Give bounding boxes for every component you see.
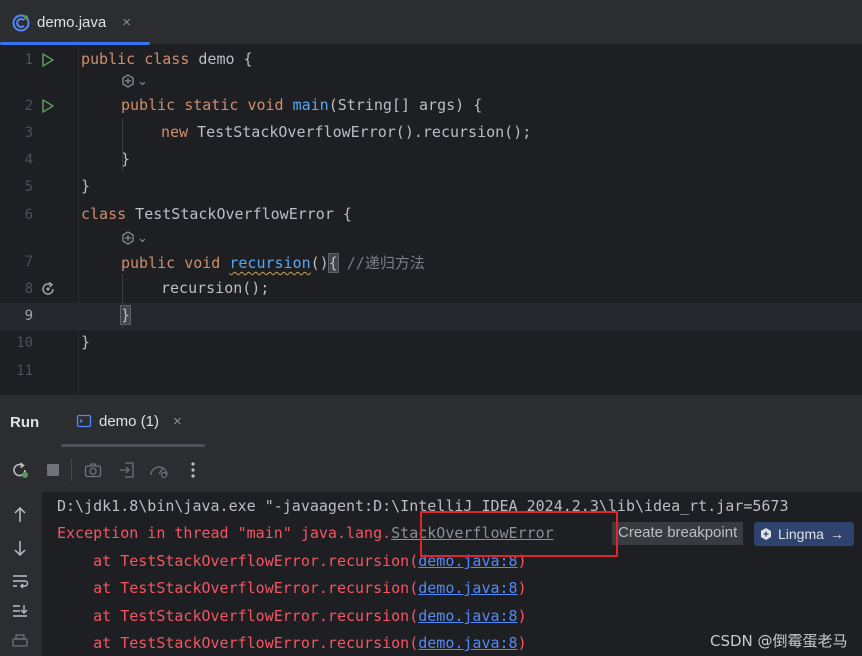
code-text: } xyxy=(81,177,91,195)
arrow-right-icon: → xyxy=(829,526,844,542)
run-tab-demo[interactable]: demo (1) × xyxy=(61,395,205,447)
code-line-5[interactable]: 5 } xyxy=(0,174,862,201)
more-actions-button[interactable] xyxy=(182,459,204,481)
exit-icon xyxy=(120,462,134,478)
close-icon[interactable]: × xyxy=(122,14,131,31)
line-number: 6 xyxy=(24,207,33,223)
stop-button[interactable] xyxy=(42,459,64,481)
line-number: 2 xyxy=(24,98,33,114)
indent-guide xyxy=(122,118,123,172)
code-line-8[interactable]: 8 recursion(); xyxy=(0,276,862,303)
arrow-down-icon xyxy=(14,541,26,557)
indent-guide xyxy=(122,274,123,328)
down-stack-button[interactable] xyxy=(8,537,32,559)
chevron-down-icon: ⌄ xyxy=(137,230,148,245)
code-editor[interactable]: 1 public class demo { ⌄ 2 public static … xyxy=(0,45,862,395)
close-icon[interactable]: × xyxy=(173,413,182,430)
line-number: 8 xyxy=(24,281,33,297)
code-line-7[interactable]: 7 public void recursion(){ //递归方法 xyxy=(0,249,862,276)
code-line-3[interactable]: 3 new TestStackOverflowError().recursion… xyxy=(0,120,862,147)
line-number: 5 xyxy=(24,179,33,195)
scroll-to-end-icon xyxy=(13,605,28,617)
java-class-icon xyxy=(12,14,30,31)
editor-tab-demo-java[interactable]: demo.java × xyxy=(0,0,150,45)
line-number: 1 xyxy=(24,52,33,68)
soft-wrap-button[interactable] xyxy=(8,570,32,592)
code-line-11[interactable]: 11 xyxy=(0,358,862,385)
code-text: } xyxy=(81,333,91,351)
source-link[interactable]: demo.java:8 xyxy=(418,552,517,570)
code-text: public class demo { xyxy=(81,50,253,68)
camera-icon xyxy=(84,463,102,478)
stop-icon xyxy=(47,464,59,476)
run-tab-label: demo (1) xyxy=(99,412,160,430)
watermark: CSDN @倒霉蛋老马 xyxy=(710,632,848,650)
stack-trace-line: at TestStackOverflowError.recursion(demo… xyxy=(57,579,527,597)
line-number: 11 xyxy=(16,363,33,379)
ai-inlay-hint[interactable]: ⌄ xyxy=(121,73,148,89)
toolbar-divider xyxy=(71,459,72,481)
code-text: class TestStackOverflowError { xyxy=(81,205,352,223)
recursive-call-icon[interactable] xyxy=(40,281,56,297)
source-link[interactable]: demo.java:8 xyxy=(418,634,517,652)
lingma-label: Lingma xyxy=(778,526,824,542)
run-toolbar xyxy=(0,447,862,492)
profiler-button[interactable] xyxy=(148,459,170,481)
stack-trace-line: at TestStackOverflowError.recursion(demo… xyxy=(57,634,527,652)
code-line-6[interactable]: 6 class TestStackOverflowError { xyxy=(0,202,862,229)
console-icon xyxy=(76,414,92,428)
lingma-icon xyxy=(761,528,771,540)
arrow-up-icon xyxy=(14,506,26,522)
lingma-button[interactable]: Lingma → xyxy=(754,522,854,546)
code-line-1[interactable]: 1 public class demo { xyxy=(0,47,862,74)
create-breakpoint-button[interactable]: Create breakpoint xyxy=(612,522,744,545)
run-side-toolbar xyxy=(0,492,42,656)
chevron-down-icon: ⌄ xyxy=(137,73,148,88)
exception-class-link[interactable]: StackOverflowError xyxy=(391,524,554,542)
code-line-9-current[interactable]: 9 } xyxy=(0,303,862,330)
dump-threads-button[interactable] xyxy=(82,459,104,481)
code-text: public void recursion(){ //递归方法 xyxy=(121,253,425,273)
run-tool-window-header: Run demo (1) × xyxy=(0,395,862,447)
code-line-2[interactable]: 2 public static void main(String[] args)… xyxy=(0,93,862,120)
line-number: 10 xyxy=(16,335,33,351)
editor-tab-bar: demo.java × xyxy=(0,0,862,45)
code-line-10[interactable]: 10 } xyxy=(0,330,862,357)
printer-icon xyxy=(12,634,28,647)
exit-button[interactable] xyxy=(116,459,138,481)
lingma-icon xyxy=(122,231,134,245)
run-gutter-icon[interactable] xyxy=(40,98,56,114)
lingma-icon xyxy=(122,74,134,88)
code-text: new TestStackOverflowError().recursion()… xyxy=(161,123,532,141)
gauge-icon xyxy=(150,466,168,479)
line-number: 9 xyxy=(24,308,33,324)
line-number: 7 xyxy=(24,254,33,270)
run-panel-title: Run xyxy=(10,414,40,431)
print-button[interactable] xyxy=(8,630,32,652)
rerun-icon xyxy=(13,462,28,478)
code-text: recursion(); xyxy=(161,279,270,297)
code-text: public static void main(String[] args) { xyxy=(121,96,483,114)
source-link[interactable]: demo.java:8 xyxy=(418,607,517,625)
editor-tab-label: demo.java xyxy=(37,14,107,31)
source-link[interactable]: demo.java:8 xyxy=(418,579,517,597)
more-vertical-icon xyxy=(191,462,195,478)
console-exception-line: Exception in thread "main" java.lang.Sta… xyxy=(57,524,554,542)
stack-trace-line: at TestStackOverflowError.recursion(demo… xyxy=(57,607,527,625)
console-command-line: D:\jdk1.8\bin\java.exe "-javaagent:D:\In… xyxy=(57,497,789,515)
rerun-button[interactable] xyxy=(9,459,31,481)
line-number: 3 xyxy=(24,125,33,141)
up-stack-button[interactable] xyxy=(8,504,32,526)
ai-inlay-hint[interactable]: ⌄ xyxy=(121,230,148,246)
stack-trace-line: at TestStackOverflowError.recursion(demo… xyxy=(57,552,527,570)
run-gutter-icon[interactable] xyxy=(40,52,56,68)
scroll-to-end-button[interactable] xyxy=(8,600,32,622)
code-line-4[interactable]: 4 } xyxy=(0,147,862,174)
line-number: 4 xyxy=(24,152,33,168)
soft-wrap-icon xyxy=(13,575,29,589)
